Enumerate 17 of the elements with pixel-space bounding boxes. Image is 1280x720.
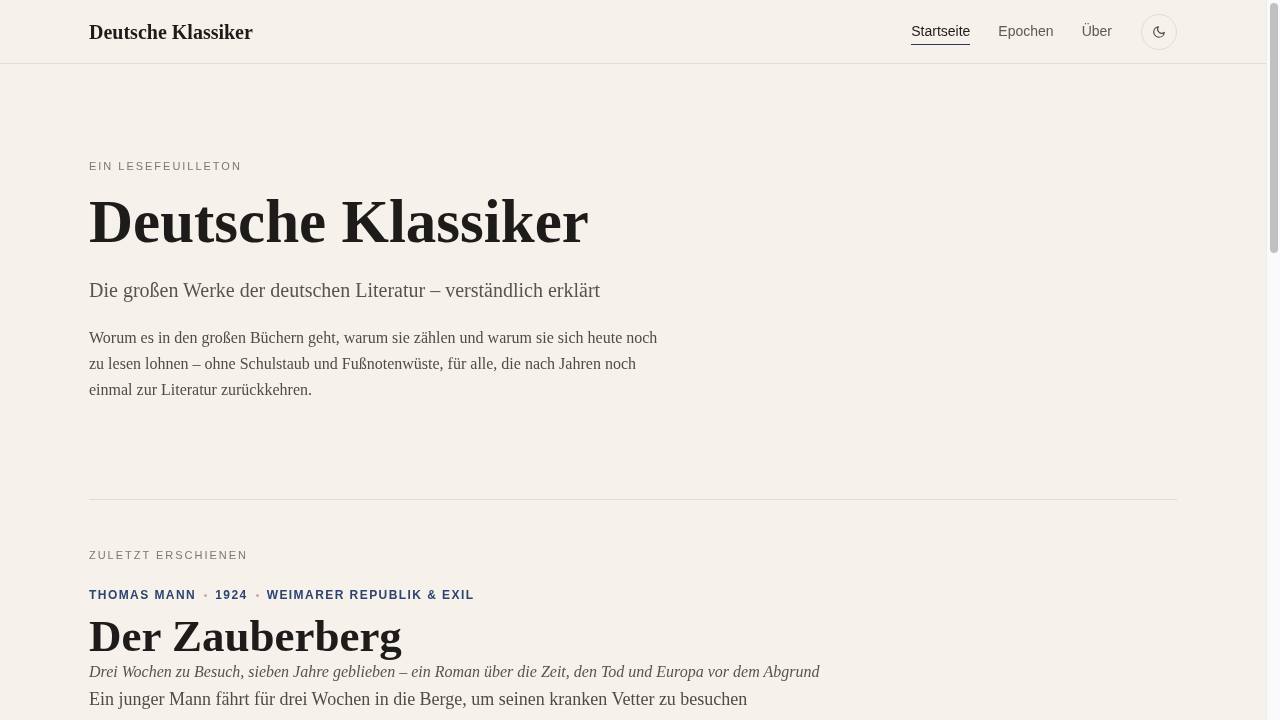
scrollbar-thumb[interactable]: [1269, 3, 1278, 253]
nav-link[interactable]: Über: [1081, 18, 1112, 45]
eyebrow-label: EIN LESEFEUILLETON: [89, 159, 242, 174]
section-label: ZULETZT ERSCHIENEN: [89, 548, 248, 563]
intro-paragraph: Worum es in den großen Büchern geht, warum sie zählen und warum sie sich heute noch zu lesen lohnen – ohne Schulstaub und Fußnotenwüste, für alle, die nach Jahren noch einmal zur Literatur zurückkehren.: [89, 328, 659, 400]
page-subtitle: Die großen Werke der deutschen Literatur – verständlich erklärt: [89, 278, 601, 304]
article-meta: 1924: [215, 587, 248, 603]
site-logo[interactable]: Deutsche Klassiker: [89, 19, 253, 44]
article-meta: WEIMARER REPUBLIK & EXIL: [266, 587, 475, 603]
moon-icon: [1152, 24, 1166, 39]
nav-link[interactable]: Epochen: [998, 18, 1054, 45]
article-tagline: Drei Wochen zu Besuch, sieben Jahre geblieben – ein Roman über die Zeit, den Tod und Europa vor dem Abgrund: [89, 662, 820, 683]
article-meta: THOMAS MANN: [89, 587, 197, 603]
page-title: Deutsche Klassiker: [89, 189, 589, 255]
article-excerpt: Ein junger Mann fährt für drei Wochen in die Berge, um seinen kranken Vetter zu besuchen: [89, 688, 748, 711]
article-title[interactable]: Der Zauberberg: [89, 611, 402, 661]
nav-link[interactable]: Startseite: [911, 18, 971, 45]
